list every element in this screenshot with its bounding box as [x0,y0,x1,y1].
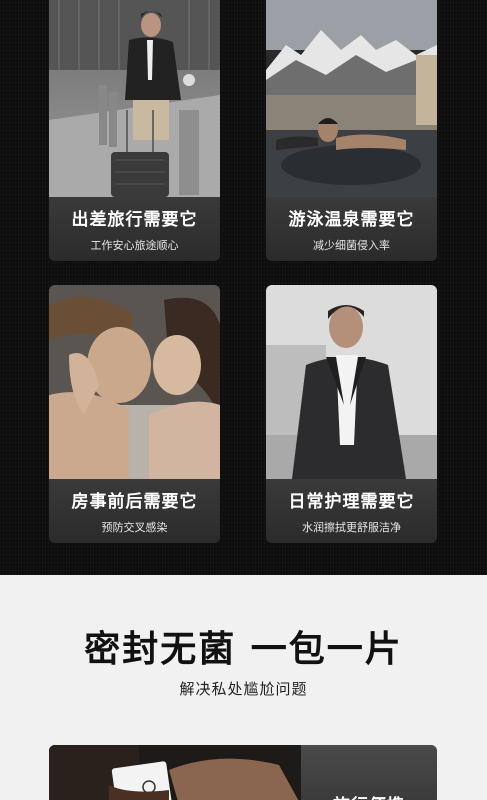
daily-caption: 日常护理需要它 水润擦拭更舒服洁净 [266,479,437,543]
scenario-card-couple: 房事前后需要它 预防交叉感染 [49,285,220,543]
travel-caption: 出差旅行需要它 工作安心旅途顺心 [49,197,220,261]
travel-photo [49,0,220,197]
card-subtitle: 工作安心旅途顺心 [90,239,179,252]
scenario-card-portable: 旅行便携 [49,745,437,800]
hotspring-caption: 游泳温泉需要它 减少细菌侵入率 [266,197,437,261]
card-subtitle: 减少细菌侵入率 [313,239,390,252]
couple-caption: 房事前后需要它 预防交叉感染 [49,479,220,543]
card-title: 出差旅行需要它 [71,210,198,230]
couple-photo [49,285,220,479]
card-title: 游泳温泉需要它 [288,210,415,230]
hotspring-photo [266,0,437,197]
card-subtitle: 预防交叉感染 [101,521,168,534]
card-subtitle: 水润擦拭更舒服洁净 [302,521,401,534]
section-subline: 解决私处尴尬问题 [179,680,308,698]
scenario-card-travel: 出差旅行需要它 工作安心旅途顺心 [49,0,220,261]
portable-photo [49,745,301,800]
scenario-card-hotspring: 游泳温泉需要它 减少细菌侵入率 [266,0,437,261]
card-title: 房事前后需要它 [71,492,198,512]
portable-caption: 旅行便携 [301,745,437,800]
section-headline: 密封无菌 一包一片 [84,628,403,670]
card-title: 旅行便携 [301,791,437,800]
daily-photo [266,285,437,479]
scenario-card-daily: 日常护理需要它 水润擦拭更舒服洁净 [266,285,437,543]
dark-scenarios-section: 出差旅行需要它 工作安心旅途顺心 游泳温泉需要它 减少细菌侵入率 房事前后需要它… [0,0,487,575]
card-title: 日常护理需要它 [288,492,415,512]
